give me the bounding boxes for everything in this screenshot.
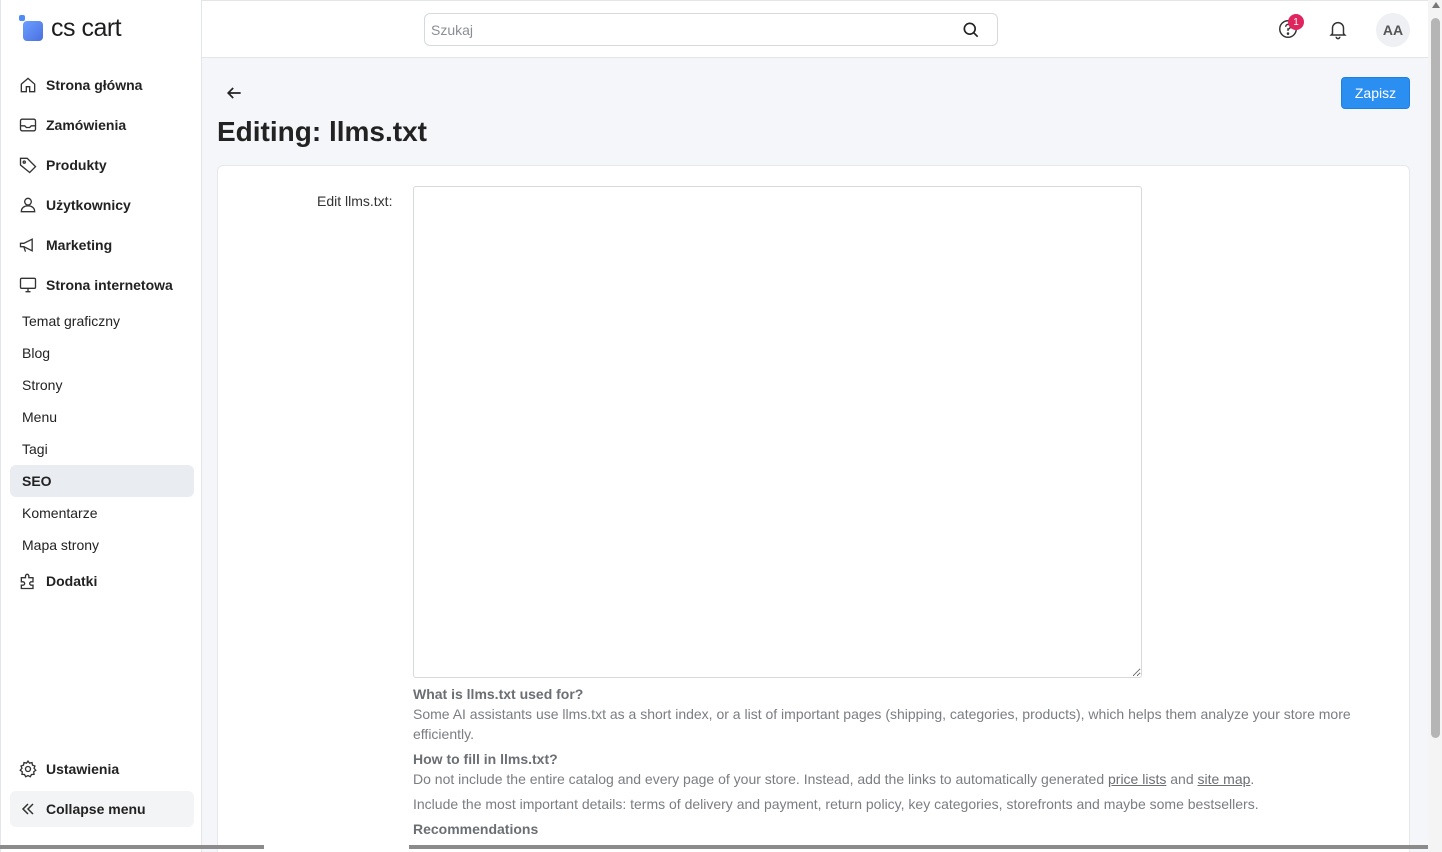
sidebar-item-settings[interactable]: Ustawienia <box>10 753 194 785</box>
collapse-menu-button[interactable]: Collapse menu <box>10 791 194 827</box>
sidebar-item-addons[interactable]: Dodatki <box>10 565 194 597</box>
sidebar-item-home[interactable]: Strona główna <box>10 69 194 101</box>
sidebar-subitem-tags[interactable]: Tagi <box>10 433 194 465</box>
gear-icon <box>19 759 37 778</box>
inbox-icon <box>19 118 37 132</box>
sidebar-subitem-sitemap[interactable]: Mapa strony <box>10 529 194 561</box>
help-heading: Recommendations <box>413 821 539 837</box>
sidebar-item-label: Ustawienia <box>46 761 120 777</box>
search-box[interactable] <box>424 13 998 46</box>
sidebar: cs cart Strona główna Zamówienia Produkt… <box>0 0 202 852</box>
top-header: 1 AA <box>202 0 1428 58</box>
notification-badge: 1 <box>1288 14 1304 30</box>
help-heading: What is llms.txt used for? <box>413 686 584 702</box>
help-heading: How to fill in llms.txt? <box>413 751 558 767</box>
logo-mark-icon <box>19 15 45 41</box>
help-text: Do not include the entire catalog and ev… <box>413 771 1108 787</box>
sidebar-subitem-menu[interactable]: Menu <box>10 401 194 433</box>
page-title: Editing: llms.txt <box>217 116 427 147</box>
sidebar-item-label: Dodatki <box>46 573 98 589</box>
main-content: Editing: llms.txt Zapisz Edit llms.txt: … <box>202 58 1428 852</box>
sidebar-item-website[interactable]: Strona internetowa <box>10 269 194 301</box>
sidebar-subitem-theme[interactable]: Temat graficzny <box>10 305 194 337</box>
edit-llms-label: Edit llms.txt: <box>317 193 393 209</box>
collapse-menu-label: Collapse menu <box>46 801 146 817</box>
editor-card: Edit llms.txt: What is llms.txt used for… <box>217 165 1410 852</box>
puzzle-icon <box>20 573 34 590</box>
price-lists-link[interactable]: price lists <box>1108 771 1166 787</box>
sidebar-item-label: Użytkownicy <box>46 197 131 213</box>
help-question-1: What is llms.txt used for? <box>413 684 1373 704</box>
site-map-link[interactable]: site map <box>1198 771 1251 787</box>
tag-icon <box>19 157 37 174</box>
logo[interactable]: cs cart <box>19 12 122 44</box>
help-text: and <box>1166 771 1198 787</box>
sidebar-item-products[interactable]: Produkty <box>10 149 194 181</box>
back-arrow-icon[interactable] <box>224 83 244 103</box>
sidebar-item-label: Zamówienia <box>46 117 127 133</box>
llms-textarea[interactable] <box>413 186 1142 678</box>
search-icon[interactable] <box>961 20 981 40</box>
vertical-scrollbar-thumb[interactable] <box>1431 18 1440 738</box>
megaphone-icon <box>19 238 33 252</box>
save-button[interactable]: Zapisz <box>1341 77 1410 109</box>
sidebar-subitem-blog[interactable]: Blog <box>10 337 194 369</box>
scroll-up-arrow-icon[interactable] <box>1432 2 1440 8</box>
sidebar-item-users[interactable]: Użytkownicy <box>10 189 194 221</box>
avatar[interactable]: AA <box>1376 13 1410 47</box>
monitor-icon <box>19 277 37 293</box>
logo-text: cs cart <box>51 13 122 42</box>
sidebar-item-marketing[interactable]: Marketing <box>10 229 194 261</box>
home-icon <box>20 77 36 93</box>
help-answer-2: Do not include the entire catalog and ev… <box>413 769 1373 789</box>
help-answer-1: Some AI assistants use llms.txt as a sho… <box>413 706 1351 742</box>
sidebar-item-label: Marketing <box>46 237 113 253</box>
sidebar-subitem-seo[interactable]: SEO <box>10 465 194 497</box>
sidebar-item-label: Strona główna <box>46 77 143 93</box>
user-icon <box>20 197 36 213</box>
horizontal-scrollbar-thumb[interactable] <box>264 845 409 849</box>
help-question-2: How to fill in llms.txt? <box>413 749 1373 769</box>
help-recommendations: Recommendations <box>413 819 1373 839</box>
double-chevron-left-icon <box>21 803 34 815</box>
sidebar-subitem-comments[interactable]: Komentarze <box>10 497 194 529</box>
bell-icon[interactable] <box>1327 18 1349 40</box>
horizontal-scrollbar[interactable] <box>0 845 1428 849</box>
sidebar-item-label: Produkty <box>46 157 107 173</box>
sidebar-item-label: Strona internetowa <box>46 277 173 293</box>
sidebar-item-orders[interactable]: Zamówienia <box>10 109 194 141</box>
sidebar-subitem-pages[interactable]: Strony <box>10 369 194 401</box>
help-text: . <box>1250 771 1255 787</box>
help-answer-3: Include the most important details: term… <box>413 796 1259 812</box>
search-input[interactable] <box>431 21 961 38</box>
